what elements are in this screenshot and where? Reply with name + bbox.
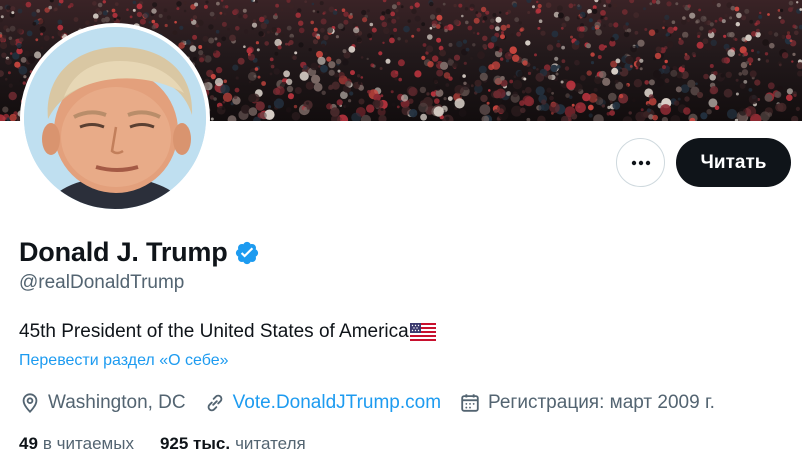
profile-bio: 45th President of the United States of A… [19, 321, 436, 343]
follow-button[interactable]: Читать [676, 138, 791, 187]
profile-stats: 49 в читаемых 925 тыс. читателя [19, 434, 332, 454]
following-count: 49 [19, 434, 38, 453]
profile-meta: Washington, DC Vote.DonaldJTrump.com Рег… [19, 392, 733, 414]
verified-badge-icon[interactable] [234, 240, 260, 266]
following-stat[interactable]: 49 в читаемых [19, 434, 134, 454]
bio-text: 45th President of the United States of A… [19, 321, 409, 342]
website-item[interactable]: Vote.DonaldJTrump.com [204, 392, 441, 414]
link-icon [207, 394, 222, 412]
followers-stat[interactable]: 925 тыс. читателя [160, 434, 306, 454]
location-text: Washington, DC [48, 392, 186, 413]
more-options-button[interactable] [616, 138, 665, 187]
more-horizontal-icon [631, 160, 650, 165]
location-item: Washington, DC [19, 392, 186, 414]
location-pin-icon [22, 393, 38, 413]
profile-avatar[interactable] [20, 23, 210, 213]
profile-name-row: Donald J. Trump [19, 237, 260, 268]
followers-label: читателя [235, 434, 306, 453]
calendar-icon [461, 394, 479, 412]
translate-bio-link[interactable]: Перевести раздел «О себе» [19, 352, 229, 370]
website-link[interactable]: Vote.DonaldJTrump.com [233, 392, 441, 414]
joined-text: Регистрация: март 2009 г. [488, 392, 715, 413]
profile-handle: @realDonaldTrump [19, 272, 185, 293]
profile-name: Donald J. Trump [19, 237, 228, 267]
followers-count: 925 тыс. [159, 434, 231, 453]
joined-item: Регистрация: март 2009 г. [459, 392, 715, 414]
avatar-image [24, 27, 206, 209]
us-flag-icon [409, 323, 436, 341]
following-label: в читаемых [42, 434, 134, 453]
